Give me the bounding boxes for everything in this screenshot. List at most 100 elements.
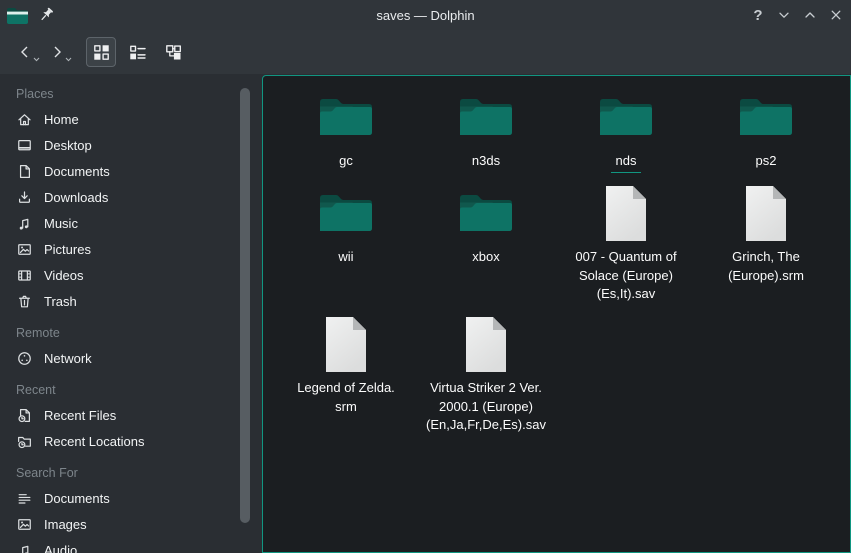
item-label: 007 - Quantum ofSolace (Europe)(Es,It).s… [575, 248, 676, 304]
sidebar-item-downloads[interactable]: Downloads [16, 184, 260, 210]
sidebar-item-audio[interactable]: Audio [16, 537, 260, 553]
folder-icon [598, 94, 654, 140]
sidebar-item-label: Videos [44, 268, 84, 283]
folder-item-nds[interactable]: nds [556, 87, 696, 173]
sidebar-item-label: Trash [44, 294, 77, 309]
sidebar-item-trash[interactable]: Trash [16, 288, 260, 314]
item-label: gc [339, 152, 353, 171]
folder-item-n3ds[interactable]: n3ds [416, 87, 556, 173]
home-icon [16, 111, 33, 128]
sidebar-item-images[interactable]: Images [16, 511, 260, 537]
minimize-button[interactable] [773, 4, 795, 26]
file-icon [696, 183, 836, 243]
folder-item-ps2[interactable]: ps2 [696, 87, 836, 173]
folder-icon [738, 94, 794, 140]
video-icon [16, 267, 33, 284]
document-icon [16, 163, 33, 180]
item-label: Legend of Zelda.srm [297, 379, 395, 416]
folder-item-wii[interactable]: wii [276, 183, 416, 304]
folder-icon [556, 87, 696, 147]
tree-view-button[interactable] [158, 37, 188, 67]
folder-icon [458, 94, 514, 140]
window-controls: ? [747, 0, 847, 30]
viewmode-group [86, 37, 188, 67]
folder-item-xbox[interactable]: xbox [416, 183, 556, 304]
file-grid-row: wii xbox 007 - Quantum ofSolace (Europe)… [276, 183, 836, 304]
file-item-legend-of-zelda-srm[interactable]: Legend of Zelda.srm [276, 314, 416, 435]
details-view-button[interactable] [122, 37, 152, 67]
network-icon [16, 350, 33, 367]
toolbar: Homeretrodecksaves Split [0, 30, 851, 74]
icons-view-button[interactable] [86, 37, 116, 67]
forward-button[interactable] [44, 38, 70, 66]
nav-group [12, 38, 70, 66]
sidebar-item-documents[interactable]: Documents [16, 158, 260, 184]
section-header-recent: Recent [16, 378, 260, 402]
item-label: nds [611, 152, 642, 173]
recent-folder-icon [16, 433, 33, 450]
sidebar-item-label: Desktop [44, 138, 92, 153]
sidebar-item-label: Network [44, 351, 92, 366]
section-header-remote: Remote [16, 321, 260, 345]
sidebar-item-label: Recent Locations [44, 434, 144, 449]
folder-icon [416, 87, 556, 147]
desktop-icon [16, 137, 33, 154]
file-item-virtua-striker-2-ver-2000-1-europe-en-ja-fr-de-es-sav[interactable]: Virtua Striker 2 Ver.2000.1 (Europe)(En,… [416, 314, 556, 435]
item-label: Grinch, The(Europe).srm [728, 248, 804, 285]
section-header-places: Places [16, 82, 260, 106]
dolphin-folder-icon [6, 4, 29, 26]
back-dropdown-icon[interactable] [33, 50, 40, 65]
file-icon [416, 314, 556, 374]
dolphin-window: saves — Dolphin ? Homeretrodecksaves [0, 0, 851, 553]
item-label: ps2 [756, 152, 777, 171]
sidebar-item-label: Pictures [44, 242, 91, 257]
file-item-007-quantum-of-solace-europe-es-it-sav[interactable]: 007 - Quantum ofSolace (Europe)(Es,It).s… [556, 183, 696, 304]
sidebar-item-label: Home [44, 112, 79, 127]
help-button[interactable]: ? [747, 4, 769, 26]
forward-dropdown-icon[interactable] [65, 50, 72, 65]
sidebar-item-label: Documents [44, 164, 110, 179]
sidebar-item-label: Recent Files [44, 408, 116, 423]
pin-icon[interactable] [37, 6, 55, 24]
titlebar: saves — Dolphin ? [0, 0, 851, 30]
sidebar-item-home[interactable]: Home [16, 106, 260, 132]
file-icon [464, 316, 508, 373]
file-icon [744, 185, 788, 242]
image-icon [16, 516, 33, 533]
sidebar-item-videos[interactable]: Videos [16, 262, 260, 288]
maximize-button[interactable] [799, 4, 821, 26]
sidebar-scrollbar[interactable] [240, 88, 250, 523]
sidebar-item-documents[interactable]: Documents [16, 485, 260, 511]
folder-icon [318, 94, 374, 140]
sidebar-item-pictures[interactable]: Pictures [16, 236, 260, 262]
file-grid-row: gc n3ds nds ps2 [276, 87, 836, 173]
folder-icon [276, 183, 416, 243]
folder-icon [276, 87, 416, 147]
sidebar-item-recent-files[interactable]: Recent Files [16, 402, 260, 428]
sidebar-item-recent-locations[interactable]: Recent Locations [16, 428, 260, 454]
folder-icon [458, 190, 514, 236]
back-button[interactable] [12, 38, 38, 66]
file-item-grinch-the-europe-srm[interactable]: Grinch, The(Europe).srm [696, 183, 836, 304]
file-icon [276, 314, 416, 374]
item-label: Virtua Striker 2 Ver.2000.1 (Europe)(En,… [426, 379, 546, 435]
item-label: wii [338, 248, 353, 267]
content-area: Places Home Desktop Documents Downloads Music… [0, 74, 851, 553]
sidebar-item-music[interactable]: Music [16, 210, 260, 236]
folder-icon [416, 183, 556, 243]
text-lines-icon [16, 490, 33, 507]
folder-icon [696, 87, 836, 147]
section-header-search-for: Search For [16, 461, 260, 485]
music-icon [16, 542, 33, 553]
sidebar-item-label: Music [44, 216, 78, 231]
file-icon [324, 316, 368, 373]
folder-item-gc[interactable]: gc [276, 87, 416, 173]
folder-view[interactable]: gc n3ds nds ps2 wii xbox 007 - Quantum o… [262, 75, 851, 553]
item-label: n3ds [472, 152, 500, 171]
file-grid-row: Legend of Zelda.srm Virtua Striker 2 Ver… [276, 314, 556, 435]
sidebar-item-network[interactable]: Network [16, 345, 260, 371]
sidebar-item-desktop[interactable]: Desktop [16, 132, 260, 158]
window-title: saves — Dolphin [0, 8, 851, 23]
close-button[interactable] [825, 4, 847, 26]
music-icon [16, 215, 33, 232]
